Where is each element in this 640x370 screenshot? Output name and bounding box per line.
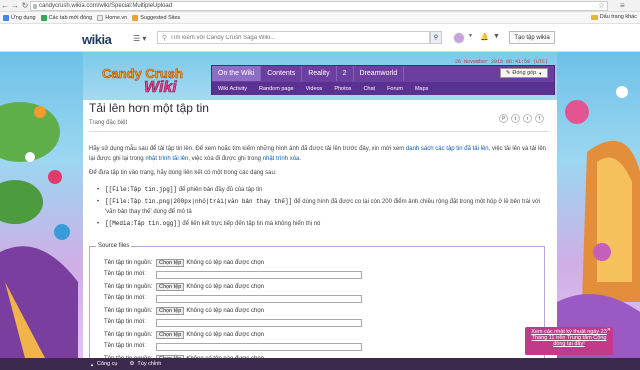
source-file-row: Tên tập tin nguồn:Chọn tệpKhông có tệp n… bbox=[104, 259, 264, 267]
nav-sub-maps[interactable]: Maps bbox=[409, 82, 434, 95]
contribute-label: Đóng góp bbox=[512, 70, 537, 76]
candy-art-left bbox=[0, 102, 78, 358]
page-title: Tải lên hơn một tập tin bbox=[89, 101, 209, 115]
search-button-icon[interactable]: ⚲ bbox=[430, 31, 442, 44]
customize-button[interactable]: ⚙ Tùy chỉnh bbox=[129, 361, 161, 367]
notification-bell-icon[interactable]: 🔔 bbox=[480, 33, 489, 41]
title-divider bbox=[89, 131, 549, 132]
new-filename-input[interactable] bbox=[156, 295, 362, 303]
nav-tab-2[interactable]: 2 bbox=[337, 66, 354, 81]
page-icon bbox=[97, 14, 104, 21]
apps-icon bbox=[3, 14, 9, 21]
nav-tab-on-the-wiki[interactable]: On the Wiki bbox=[212, 66, 262, 81]
source-file-row: Tên tập tin nguồn:Chọn tệpKhông có tệp n… bbox=[104, 331, 264, 339]
nav-sub-random-page[interactable]: Random page bbox=[253, 82, 300, 95]
source-file-row: Tên tập tin nguồn:Chọn tệpKhông có tệp n… bbox=[104, 307, 264, 315]
promo-link[interactable]: Xem các nhật ký thuật ngày 23 Tháng 11 t… bbox=[531, 329, 607, 347]
nav-sub-forum[interactable]: Forum bbox=[381, 82, 409, 95]
facebook-icon[interactable]: f bbox=[535, 114, 544, 123]
chevron-down-icon: ▼ bbox=[538, 70, 543, 76]
address-url: candycrush.wikia.com/wiki/Special:Multip… bbox=[39, 3, 173, 9]
community-promo-popup[interactable]: ✕ Xem các nhật ký thuật ngày 23 Tháng 11… bbox=[525, 327, 613, 355]
nav-sub-wiki-activity[interactable]: Wiki Activity bbox=[212, 82, 253, 95]
back-arrow-icon[interactable]: ← bbox=[0, 1, 10, 11]
create-wiki-button[interactable]: Tạo tập wikia bbox=[509, 31, 555, 44]
tabs-icon bbox=[40, 14, 47, 21]
forward-arrow-icon[interactable]: → bbox=[10, 1, 20, 11]
edit-icon: ✎ bbox=[505, 70, 511, 76]
bookmark-suggested-sites[interactable]: Suggested Sites bbox=[132, 14, 180, 21]
address-bar[interactable]: candycrush.wikia.com/wiki/Special:Multip… bbox=[30, 1, 608, 11]
upload-log-link[interactable]: nhật trình tải lên bbox=[145, 156, 188, 162]
new-name-row: Tên tập tin mới: bbox=[104, 343, 146, 349]
wiki-logo[interactable]: Candy Crush Wiki bbox=[100, 64, 204, 96]
page-subtitle: Trang đặc biệt bbox=[89, 120, 128, 126]
nav-tab-reality[interactable]: Reality bbox=[302, 66, 337, 81]
bookmark-home-vn[interactable]: Home.vn bbox=[97, 14, 127, 21]
reddit-icon[interactable]: r bbox=[523, 114, 532, 123]
choose-file-button[interactable]: Chọn tệp bbox=[156, 307, 185, 315]
new-filename-input[interactable] bbox=[156, 271, 362, 279]
choose-file-button[interactable]: Chọn tệp bbox=[156, 259, 185, 267]
file-list-link[interactable]: danh sách các tập tin đã tải lên bbox=[406, 146, 489, 152]
candy-decoration-right bbox=[557, 52, 640, 358]
list-item: • [[File:Tập tin.png|200px|nhỏ|trái|văn b… bbox=[97, 197, 541, 216]
bookmark-star-icon[interactable]: ☆ bbox=[598, 1, 605, 10]
new-name-row: Tên tập tin mới: bbox=[104, 295, 146, 301]
nav-sub-photos[interactable]: Photos bbox=[328, 82, 357, 95]
choose-file-button[interactable]: Chọn tệp bbox=[156, 283, 185, 291]
list-item: • [[File:Tập tin.jpg]] để phiên bản đầy đ… bbox=[97, 186, 263, 193]
reload-icon[interactable]: ↻ bbox=[20, 1, 30, 11]
deletion-log-link[interactable]: nhật trình xóa bbox=[263, 156, 300, 162]
source-file-row: Tên tập tin nguồn:Chọn tệpKhông có tệp n… bbox=[104, 283, 264, 291]
search-box[interactable]: ⚲ bbox=[157, 31, 430, 44]
nav-sub-chat[interactable]: Chat bbox=[357, 82, 381, 95]
article-content: Tải lên hơn một tập tin Trang đặc biệt P… bbox=[83, 100, 557, 363]
twitter-icon[interactable]: t bbox=[511, 114, 520, 123]
wiki-logo-text-2: Wiki bbox=[144, 79, 177, 96]
other-bookmarks[interactable]: Dấu trang khác bbox=[590, 14, 637, 20]
wiki-navigation: On the Wiki Contents Reality 2 Dreamworl… bbox=[211, 65, 555, 95]
suggested-icon bbox=[132, 14, 139, 21]
folder-icon bbox=[590, 14, 598, 20]
browser-toolbar: ← → ↻ candycrush.wikia.com/wiki/Special:… bbox=[0, 0, 640, 12]
close-icon[interactable]: ✕ bbox=[607, 327, 611, 333]
pinterest-icon[interactable]: P bbox=[499, 114, 508, 123]
candy-decoration-left bbox=[0, 52, 78, 358]
wikia-global-header: wikia ☰ ▾ ⚲ ⚲ ▼ 🔔 ▼ Tạo tập wikia bbox=[0, 24, 640, 52]
notifications-dropdown-icon[interactable]: ▼ bbox=[493, 33, 500, 40]
gear-icon: ⚙ bbox=[129, 361, 135, 367]
wikia-logo[interactable]: wikia bbox=[82, 32, 112, 47]
search-icon: ⚲ bbox=[162, 34, 168, 42]
candy-art-right bbox=[557, 86, 640, 358]
intro-paragraph: Hãy sử dụng mẫu sau để tải tập tin lên. … bbox=[89, 146, 547, 162]
nav-tab-dreamworld[interactable]: Dreamworld bbox=[354, 66, 405, 81]
contribute-button[interactable]: ✎ Đóng góp ▼ bbox=[500, 68, 548, 78]
avatar[interactable] bbox=[453, 32, 465, 44]
choose-file-button[interactable]: Chọn tệp bbox=[156, 331, 185, 339]
chevron-up-icon: ▲ bbox=[90, 361, 94, 367]
page-icon bbox=[33, 3, 37, 9]
new-filename-input[interactable] bbox=[156, 319, 362, 327]
browser-menu-icon[interactable]: ≡ bbox=[620, 1, 625, 10]
list-item: • [[Media:Tập tin.ogg]] để liên kết trực … bbox=[97, 219, 321, 227]
link-format-intro: Để đưa tập tin vào trang, hãy dùng liên … bbox=[89, 170, 277, 176]
nav-sub-videos[interactable]: Videos bbox=[300, 82, 329, 95]
new-name-row: Tên tập tin mới: bbox=[104, 271, 146, 277]
source-files-legend: Source files bbox=[98, 243, 130, 249]
search-input[interactable] bbox=[170, 34, 401, 41]
bookmarks-bar: Ứng dụng Các tab mới đóng Home.vn Sugges… bbox=[0, 12, 640, 24]
tools-menu[interactable]: ▲ Công cụ bbox=[90, 361, 117, 367]
menu-icon[interactable]: ☰ ▾ bbox=[133, 34, 146, 43]
nav-tab-contents[interactable]: Contents bbox=[261, 66, 303, 81]
wikia-bottom-toolbar: ▲ Công cụ ⚙ Tùy chỉnh bbox=[0, 358, 640, 370]
bookmark-apps[interactable]: Ứng dụng bbox=[3, 14, 36, 21]
source-files-fieldset: Source files Tên tập tin nguồn: Chọn tệp K… bbox=[89, 243, 545, 363]
bookmark-recent-tabs[interactable]: Các tab mới đóng bbox=[40, 14, 92, 21]
link-format-list: • [[File:Tập tin.jpg]] để phiên bản đầy đ… bbox=[97, 185, 547, 230]
chevron-down-icon[interactable]: ▼ bbox=[468, 33, 473, 39]
new-name-row: Tên tập tin mới: bbox=[104, 319, 146, 325]
new-filename-input[interactable] bbox=[156, 343, 362, 351]
